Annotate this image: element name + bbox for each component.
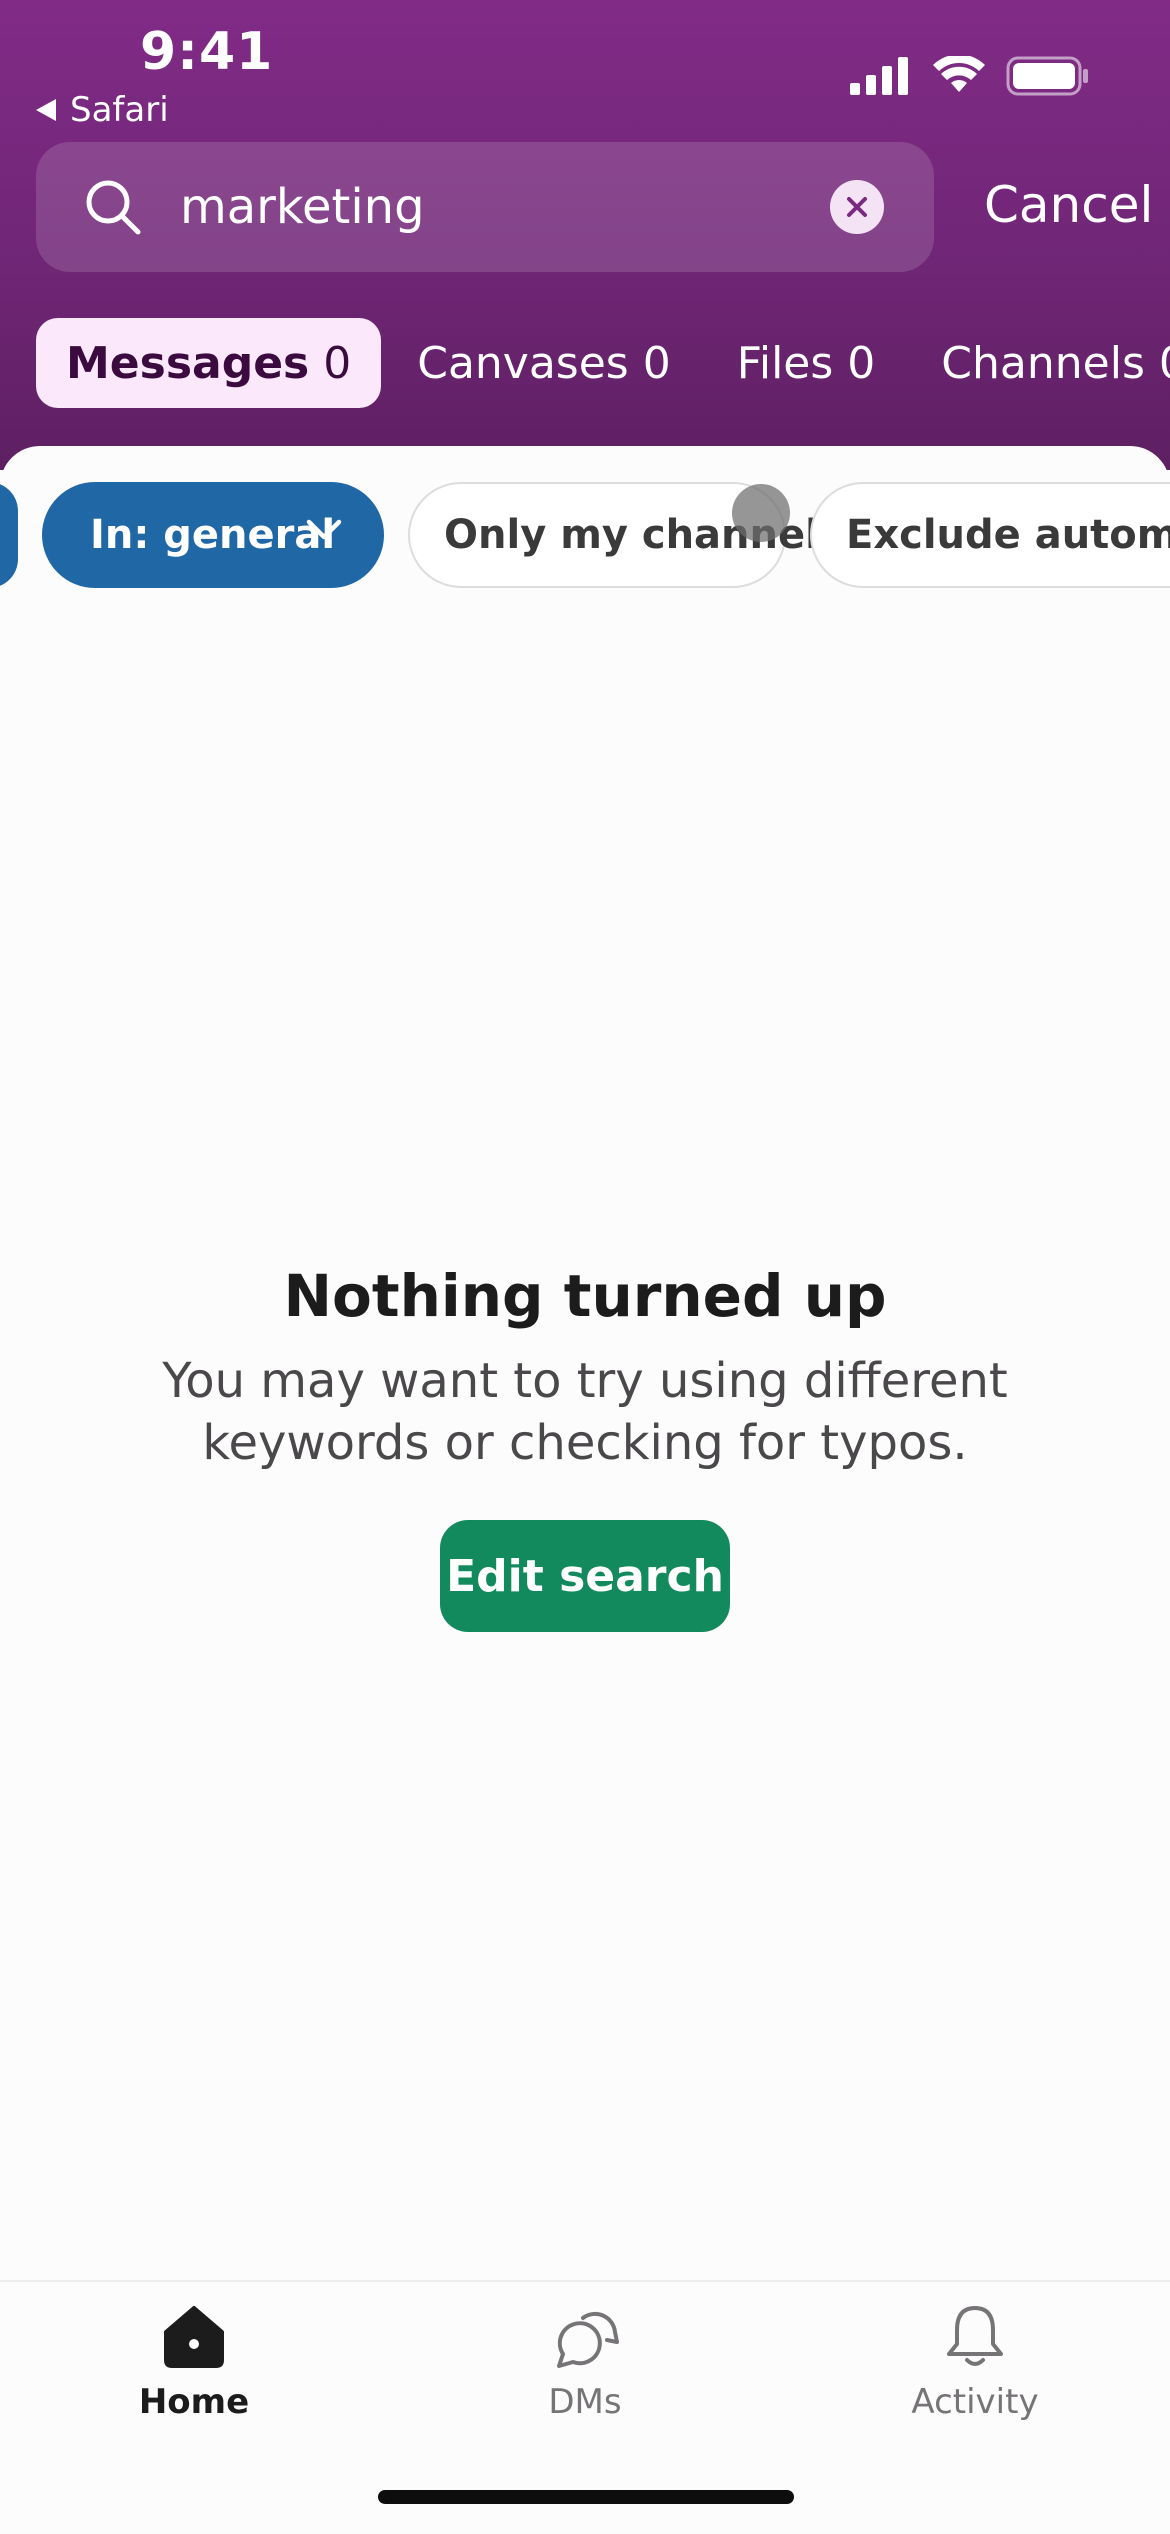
back-to-safari[interactable]: Safari <box>36 90 169 130</box>
close-icon <box>847 197 867 217</box>
tab-messages[interactable]: Messages 0 <box>36 318 382 408</box>
tab-label: Canvases <box>417 337 629 389</box>
tab-count: 0 <box>1159 338 1170 389</box>
nav-activity[interactable]: Activity <box>855 2302 1095 2422</box>
tab-count: 0 <box>323 337 352 389</box>
bell-icon <box>947 2306 1003 2366</box>
tab-label: Messages <box>66 337 310 389</box>
result-tabs: Messages 0 Canvases 0 Files 0 Channels 0 <box>36 318 1170 408</box>
search-icon <box>84 178 142 240</box>
status-icons <box>850 56 1090 96</box>
results-sheet <box>0 446 1170 2532</box>
empty-state-title: Nothing turned up <box>283 1262 887 1330</box>
nav-dms[interactable]: DMs <box>465 2302 705 2422</box>
back-arrow-icon <box>36 99 56 121</box>
tab-canvases[interactable]: Canvases 0 <box>387 318 701 408</box>
filter-chips: In: general Only my channels Exclude aut… <box>0 482 1170 592</box>
tab-files[interactable]: Files 0 <box>707 318 906 408</box>
search-input[interactable] <box>180 168 840 246</box>
nav-dms-label: DMs <box>548 2382 622 2422</box>
tab-channels[interactable]: Channels 0 <box>911 318 1170 408</box>
clear-search-button[interactable] <box>830 180 884 234</box>
tab-label: Channels <box>941 337 1145 389</box>
status-time: 9:41 <box>140 22 274 82</box>
back-app-label: Safari <box>70 90 169 130</box>
filter-exclude-automations-label: Exclude automations <box>846 512 1170 558</box>
filter-in-channel-label: In: general <box>90 512 336 558</box>
filter-exclude-automations[interactable]: Exclude automations <box>810 482 1170 588</box>
cancel-button[interactable]: Cancel <box>984 176 1153 234</box>
wifi-icon <box>933 56 985 92</box>
battery-icon <box>1006 56 1088 96</box>
filter-in-channel[interactable]: In: general <box>42 482 384 588</box>
dms-icon <box>557 2311 619 2368</box>
chevron-down-icon <box>306 519 342 540</box>
tab-count: 0 <box>642 337 671 389</box>
nav-home-label: Home <box>138 2382 250 2422</box>
search-bar[interactable] <box>36 142 934 272</box>
nav-activity-label: Activity <box>911 2382 1039 2422</box>
edit-search-button[interactable]: Edit search <box>440 1520 730 1632</box>
filter-only-my-channels[interactable]: Only my channels <box>408 482 843 588</box>
signal-bars-icon <box>850 57 908 95</box>
home-icon <box>164 2306 224 2368</box>
filter-chip-partial[interactable] <box>0 482 18 588</box>
empty-state-line-1: You may want to try using different <box>162 1353 1008 1409</box>
search-header: 9:41 Safari marketing Cancel Messages 0 … <box>0 0 1170 470</box>
nav-home[interactable]: Home <box>74 2302 314 2422</box>
touch-indicator <box>732 484 790 542</box>
home-indicator <box>378 2490 794 2504</box>
empty-state-line-2: keywords or checking for typos. <box>202 1415 968 1471</box>
tab-label: Files <box>736 337 834 389</box>
empty-state-message: You may want to try using different keyw… <box>135 1350 1035 1474</box>
tab-count: 0 <box>847 337 876 389</box>
